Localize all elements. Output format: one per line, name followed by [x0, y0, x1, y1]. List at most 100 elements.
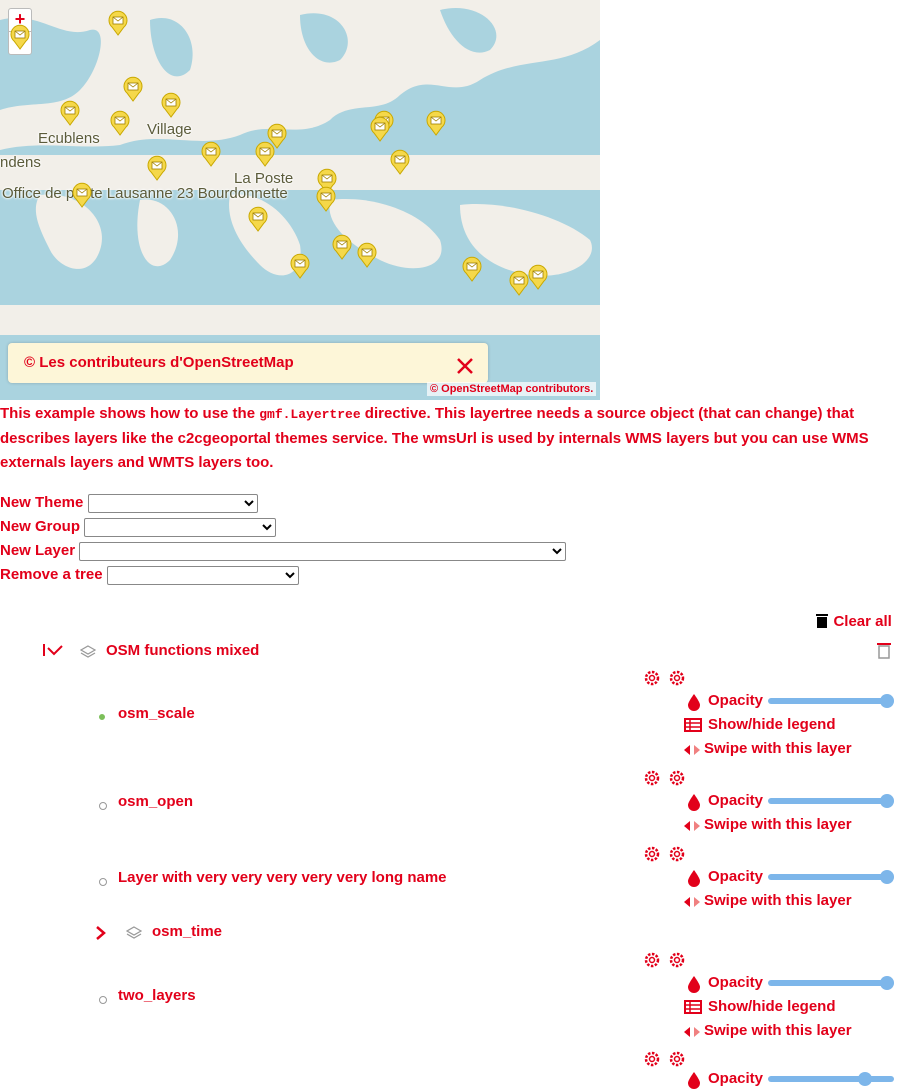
layer-name: osm_open — [118, 793, 194, 810]
description-text: This example shows how to use the — [0, 405, 260, 422]
opacity-slider[interactable] — [768, 874, 894, 880]
opacity-drop-icon — [688, 870, 700, 887]
opacity-slider-thumb[interactable] — [880, 976, 894, 990]
group-name: OSM functions mixed — [106, 642, 260, 659]
gear-icon[interactable] — [667, 669, 687, 687]
post-office-marker-icon[interactable] — [390, 149, 410, 175]
opacity-slider-thumb[interactable] — [880, 870, 894, 884]
opacity-slider-thumb[interactable] — [880, 794, 894, 808]
opacity-drop-icon — [688, 794, 700, 811]
opacity-drop-icon — [688, 694, 700, 711]
gear-icon[interactable] — [667, 845, 687, 863]
popup-text: © Les contributeurs d'OpenStreetMap — [24, 354, 294, 371]
opacity-label: Opacity — [708, 868, 764, 885]
new-layer-select[interactable] — [79, 541, 567, 561]
description: This example shows how to use the gmf.La… — [0, 402, 896, 475]
gear-icon[interactable] — [642, 845, 662, 863]
remove-tree-label: Remove a tree — [0, 566, 103, 583]
post-office-marker-icon[interactable] — [370, 116, 390, 142]
gear-icon[interactable] — [667, 951, 687, 969]
post-office-marker-icon[interactable] — [10, 24, 30, 50]
layer-name: Layer with very very very very very long… — [118, 869, 447, 886]
opacity-slider-thumb[interactable] — [858, 1072, 872, 1086]
post-office-marker-icon[interactable] — [316, 186, 336, 212]
gear-icon[interactable] — [667, 769, 687, 787]
swipe-toggle[interactable]: Swipe with this layer — [704, 892, 852, 909]
post-office-marker-icon[interactable] — [123, 76, 143, 102]
layer-name: osm_time — [152, 923, 223, 940]
popup: © Les contributeurs d'OpenStreetMap — [8, 343, 488, 383]
close-icon[interactable] — [456, 357, 474, 375]
post-office-marker-icon[interactable] — [332, 234, 352, 260]
clear-all-button[interactable]: Clear all — [815, 612, 892, 631]
new-group-row: New Group — [0, 516, 277, 538]
new-theme-select[interactable] — [87, 493, 258, 513]
opacity-label: Opacity — [708, 974, 764, 991]
opacity-slider-thumb[interactable] — [880, 694, 894, 708]
layer-name: osm_scale — [118, 705, 195, 722]
post-office-marker-icon[interactable] — [509, 270, 529, 296]
gear-icon[interactable] — [642, 1050, 662, 1068]
place-label: Ecublens — [38, 130, 100, 147]
post-office-marker-icon[interactable] — [528, 264, 548, 290]
post-office-marker-icon[interactable] — [290, 253, 310, 279]
place-label: ndens — [0, 154, 41, 171]
post-office-marker-icon[interactable] — [147, 155, 167, 181]
swipe-icon — [684, 897, 700, 907]
post-office-marker-icon[interactable] — [72, 182, 92, 208]
legend-toggle[interactable]: Show/hide legend — [708, 716, 836, 733]
post-office-marker-icon[interactable] — [110, 110, 130, 136]
post-office-marker-icon[interactable] — [357, 242, 377, 268]
layer-state-dot[interactable] — [99, 714, 105, 720]
gear-icon[interactable] — [642, 669, 662, 687]
gear-icon[interactable] — [642, 951, 662, 969]
swipe-icon — [684, 1027, 700, 1037]
new-layer-label: New Layer — [0, 542, 76, 559]
swipe-toggle[interactable]: Swipe with this layer — [704, 816, 852, 833]
layers-icon — [80, 645, 96, 658]
opacity-slider[interactable] — [768, 698, 894, 704]
layer-state-dot[interactable] — [99, 878, 107, 886]
layers-icon — [126, 926, 142, 939]
post-office-marker-icon[interactable] — [161, 92, 181, 118]
place-label: Office de poste Lausanne 23 Bourdonnette — [2, 185, 288, 202]
post-office-marker-icon[interactable] — [201, 141, 221, 167]
legend-toggle[interactable]: Show/hide legend — [708, 998, 836, 1015]
new-layer-row: New Layer — [0, 540, 567, 562]
legend-icon — [684, 1000, 702, 1014]
post-office-marker-icon[interactable] — [248, 206, 268, 232]
swipe-icon — [684, 745, 700, 755]
gear-icon[interactable] — [667, 1050, 687, 1068]
opacity-slider[interactable] — [768, 798, 894, 804]
directive-code: gmf.Layertree — [259, 407, 361, 422]
opacity-label: Opacity — [708, 792, 764, 809]
clear-all-label: Clear all — [833, 613, 892, 630]
post-office-marker-icon[interactable] — [462, 256, 482, 282]
swipe-toggle[interactable]: Swipe with this layer — [704, 1022, 852, 1039]
post-office-marker-icon[interactable] — [108, 10, 128, 36]
swipe-icon — [684, 821, 700, 831]
trash-icon — [816, 614, 828, 628]
map[interactable]: + − Ecublens Village ndens La Poste Offi… — [0, 0, 600, 400]
swipe-toggle[interactable]: Swipe with this layer — [704, 740, 852, 757]
layer-name: two_layers — [118, 987, 196, 1004]
opacity-drop-icon — [688, 1072, 700, 1089]
new-theme-row: New Theme — [0, 492, 258, 514]
layer-state-dot[interactable] — [99, 996, 107, 1004]
post-office-marker-icon[interactable] — [426, 110, 446, 136]
opacity-slider[interactable] — [768, 1076, 894, 1082]
post-office-marker-icon[interactable] — [255, 141, 275, 167]
post-office-marker-icon[interactable] — [60, 100, 80, 126]
legend-icon — [684, 718, 702, 732]
new-group-select[interactable] — [84, 517, 277, 537]
opacity-slider[interactable] — [768, 980, 894, 986]
collapse-chevron-icon[interactable] — [42, 642, 66, 660]
place-label: Village — [147, 121, 192, 138]
remove-tree-select[interactable] — [106, 565, 299, 585]
map-attribution: © OpenStreetMap contributors. — [427, 382, 597, 396]
new-theme-label: New Theme — [0, 494, 84, 511]
layer-state-dot[interactable] — [99, 802, 107, 810]
delete-group-icon[interactable] — [876, 641, 892, 659]
gear-icon[interactable] — [642, 769, 662, 787]
expand-chevron-icon[interactable] — [94, 925, 108, 941]
